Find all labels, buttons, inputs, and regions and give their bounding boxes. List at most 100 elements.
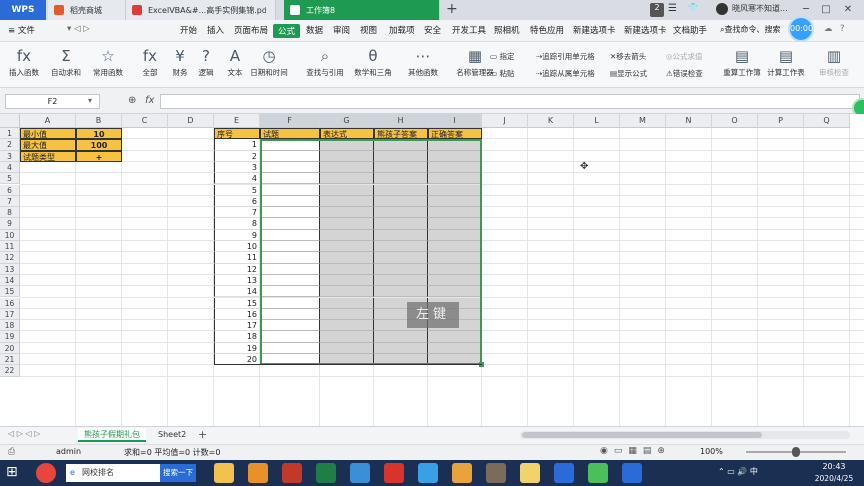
serial-cell[interactable]: 4 xyxy=(214,173,260,185)
trace-precedents-button[interactable]: ⇢追踪引用单元格 xyxy=(536,51,595,62)
table-body-cell[interactable] xyxy=(260,229,320,241)
serial-cell[interactable]: 15 xyxy=(214,297,260,309)
column-header-A[interactable]: A xyxy=(20,114,76,128)
table-body-cell[interactable] xyxy=(320,218,374,230)
row-header-19[interactable]: 19 xyxy=(0,331,20,343)
table-body-cell[interactable] xyxy=(374,252,428,264)
table-body-cell[interactable] xyxy=(320,331,374,343)
column-header-M[interactable]: M xyxy=(620,114,666,128)
column-header-D[interactable]: D xyxy=(168,114,214,128)
audit-check-button[interactable]: ▥ 审核检查 xyxy=(814,45,854,85)
menu-view[interactable]: 视图 xyxy=(360,24,377,38)
menu-review[interactable]: 审阅 xyxy=(333,24,350,38)
tray-icons[interactable]: ⌃ ▭ 🔊 中 xyxy=(718,466,758,477)
serial-cell[interactable]: 3 xyxy=(214,161,260,174)
row-header-13[interactable]: 13 xyxy=(0,263,20,275)
serial-cell[interactable]: 14 xyxy=(214,286,260,298)
sublime-icon[interactable] xyxy=(248,463,268,483)
table-body-cell[interactable] xyxy=(428,331,482,343)
serial-cell[interactable]: 7 xyxy=(214,207,260,219)
pencil-icon[interactable] xyxy=(282,463,302,483)
table-body-cell[interactable] xyxy=(320,173,374,185)
new-tab-button[interactable]: + xyxy=(446,1,458,17)
serial-cell[interactable]: 2 xyxy=(214,150,260,162)
show-formulas-button[interactable]: ▤显示公式 xyxy=(610,68,647,79)
ribbon-button-2[interactable]: ☆ 常用函数 xyxy=(88,45,128,85)
table-body-cell[interactable] xyxy=(260,331,320,343)
table-body-cell[interactable] xyxy=(374,229,428,241)
table-body-cell[interactable] xyxy=(260,173,320,185)
table-body-cell[interactable] xyxy=(320,308,374,321)
shirt-icon[interactable]: 👕 xyxy=(688,3,702,17)
help-icon[interactable]: ? xyxy=(840,24,845,38)
column-header-C[interactable]: C xyxy=(122,114,168,128)
table-body-cell[interactable] xyxy=(320,184,374,196)
table-body-cell[interactable] xyxy=(260,274,320,287)
table-body-cell[interactable] xyxy=(260,286,320,298)
tab-workbook[interactable]: 工作簿8 xyxy=(284,0,440,20)
table-body-cell[interactable] xyxy=(320,263,374,275)
table-body-cell[interactable] xyxy=(428,139,482,151)
menu-doc-assistant[interactable]: 文档助手 xyxy=(673,24,707,38)
table-body-cell[interactable] xyxy=(428,161,482,174)
menu-developer[interactable]: 开发工具 xyxy=(452,24,486,38)
scrollbar-thumb[interactable] xyxy=(522,432,762,438)
menu-data[interactable]: 数据 xyxy=(306,24,323,38)
table-body-cell[interactable] xyxy=(374,218,428,230)
tool-icon[interactable] xyxy=(486,463,506,483)
menu-addins[interactable]: 加载项 xyxy=(389,24,415,38)
table-body-cell[interactable] xyxy=(428,263,482,275)
menu-icon[interactable]: ☰ xyxy=(668,3,682,17)
add-sheet-button[interactable]: + xyxy=(192,428,213,442)
table-body-cell[interactable] xyxy=(374,173,428,185)
paste-name-button[interactable]: ▭ 粘贴 xyxy=(490,68,514,79)
taskbar-search-button[interactable]: 搜索一下 xyxy=(160,464,196,482)
ribbon-button-10[interactable]: ⋯ 其他函数 xyxy=(398,45,448,85)
cloud-icon[interactable]: ☁ xyxy=(824,24,833,38)
table-body-cell[interactable] xyxy=(260,195,320,208)
table-body-cell[interactable] xyxy=(374,331,428,343)
sheet-tab-2[interactable]: Sheet2 xyxy=(152,428,192,442)
zoom-icon[interactable]: ⊕ xyxy=(128,95,136,106)
table-body-cell[interactable] xyxy=(374,195,428,208)
table-body-cell[interactable] xyxy=(320,161,374,174)
table-body-cell[interactable] xyxy=(260,297,320,309)
table-body-cell[interactable] xyxy=(374,342,428,354)
wps-app-button[interactable]: WPS xyxy=(0,0,46,20)
serial-cell[interactable]: 13 xyxy=(214,274,260,287)
fx-icon[interactable]: fx xyxy=(145,95,154,106)
row-header-10[interactable]: 10 xyxy=(0,229,20,241)
row-header-1[interactable]: 1 xyxy=(0,128,20,140)
avatar[interactable] xyxy=(716,3,728,15)
timer-badge[interactable]: 00:00 xyxy=(788,16,814,42)
ribbon-button-7[interactable]: ◷ 日期和时间 xyxy=(244,45,294,85)
row-header-3[interactable]: 3 xyxy=(0,150,20,162)
excel-icon[interactable] xyxy=(316,463,336,483)
table-body-cell[interactable] xyxy=(428,150,482,162)
serial-cell[interactable]: 9 xyxy=(214,229,260,241)
column-header-H[interactable]: H xyxy=(374,114,428,128)
menu-features[interactable]: 特色应用 xyxy=(530,24,564,38)
row-header-8[interactable]: 8 xyxy=(0,207,20,219)
table-body-cell[interactable] xyxy=(374,274,428,287)
command-search[interactable]: ⌕查找命令、搜索 xyxy=(720,24,786,38)
serial-cell[interactable]: 6 xyxy=(214,195,260,208)
remove-arrows-button[interactable]: ✕移去箭头 xyxy=(610,51,646,62)
notes-icon[interactable] xyxy=(520,463,540,483)
serial-cell[interactable]: 5 xyxy=(214,184,260,196)
ribbon-button-0[interactable]: fx 插入函数 xyxy=(4,45,44,85)
menu-security[interactable]: 安全 xyxy=(424,24,441,38)
table-body-cell[interactable] xyxy=(320,252,374,264)
column-header-P[interactable]: P xyxy=(758,114,804,128)
table-body-cell[interactable] xyxy=(320,207,374,219)
table-body-cell[interactable] xyxy=(260,207,320,219)
menu-page-layout[interactable]: 页面布局 xyxy=(234,24,268,38)
serial-cell[interactable]: 8 xyxy=(214,218,260,230)
view-mode-icons[interactable]: ◉▭▦▤⊕ xyxy=(600,446,671,456)
table-body-cell[interactable] xyxy=(374,150,428,162)
table-body-cell[interactable] xyxy=(260,184,320,196)
wechat-icon[interactable] xyxy=(588,463,608,483)
ribbon-button-8[interactable]: ⌕ 查找与引用 xyxy=(300,45,350,85)
table-body-cell[interactable] xyxy=(260,252,320,264)
serial-cell[interactable]: 16 xyxy=(214,308,260,321)
